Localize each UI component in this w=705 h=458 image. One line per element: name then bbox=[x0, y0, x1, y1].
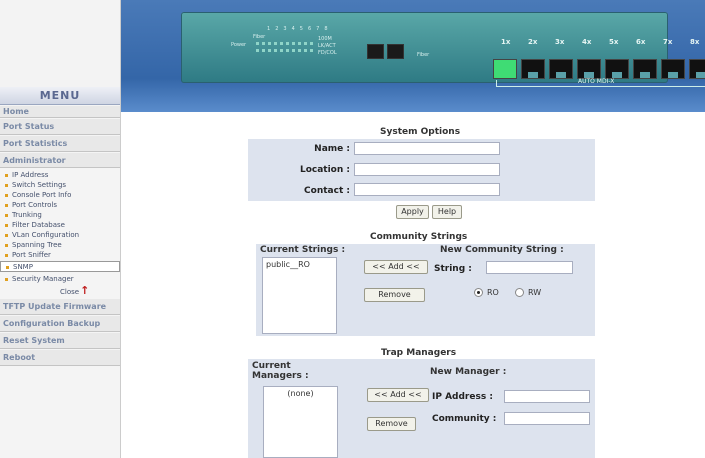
port-7[interactable] bbox=[661, 59, 685, 79]
current-strings-label: Current Strings : bbox=[260, 245, 346, 255]
ip-address-input[interactable] bbox=[504, 390, 590, 403]
remove-manager-button[interactable]: Remove bbox=[367, 417, 416, 431]
speed-label: 100M bbox=[318, 36, 332, 42]
new-community-string-label: New Community String : bbox=[440, 245, 564, 255]
list-item[interactable]: (none) bbox=[267, 389, 334, 398]
add-community-button[interactable]: << Add << bbox=[364, 260, 428, 274]
port-6[interactable] bbox=[633, 59, 657, 79]
led-numbers: 1 2 3 4 5 6 7 8 bbox=[267, 26, 328, 32]
menu-item-port-statistics[interactable]: Port Statistics bbox=[0, 136, 120, 152]
current-strings-list[interactable]: public__RO bbox=[262, 257, 337, 334]
led-row-1 bbox=[256, 42, 313, 45]
list-item[interactable]: public__RO bbox=[266, 260, 333, 269]
led-number: 7 bbox=[316, 26, 320, 32]
auto-mdi-label: AUTO MDI-X bbox=[578, 78, 615, 85]
port-3[interactable] bbox=[549, 59, 573, 79]
submenu-trunking[interactable]: Trunking bbox=[0, 210, 120, 220]
add-manager-button[interactable]: << Add << bbox=[367, 388, 429, 402]
menu-item-configuration-backup[interactable]: Configuration Backup bbox=[0, 316, 120, 332]
port-label-5: 5x bbox=[609, 38, 619, 46]
name-input[interactable] bbox=[354, 142, 500, 155]
submenu-console-port-info[interactable]: Console Port Info bbox=[0, 190, 120, 200]
menu-title: MENU bbox=[0, 87, 120, 105]
location-label: Location : bbox=[299, 165, 350, 175]
ip-address-label: IP Address : bbox=[432, 392, 493, 402]
remove-community-button[interactable]: Remove bbox=[364, 288, 425, 302]
device-banner: Power Fiber 1 2 3 4 5 6 7 8 100M LK/ACT … bbox=[121, 0, 705, 112]
current-managers-label: Current Managers : bbox=[252, 361, 309, 381]
menu-item-reset-system[interactable]: Reset System bbox=[0, 333, 120, 349]
led-number: 3 bbox=[283, 26, 287, 32]
port-label-2: 2x bbox=[528, 38, 538, 46]
community-strings-title: Community Strings bbox=[370, 232, 468, 242]
port-4[interactable] bbox=[577, 59, 601, 79]
name-label: Name : bbox=[314, 144, 350, 154]
rw-label: RW bbox=[528, 288, 542, 297]
menu-item-reboot[interactable]: Reboot bbox=[0, 350, 120, 366]
led-number: 1 bbox=[267, 26, 271, 32]
submenu-vlan-configuration[interactable]: VLan Configuration bbox=[0, 230, 120, 240]
contact-input[interactable] bbox=[354, 183, 500, 196]
submenu-spanning-tree[interactable]: Spanning Tree bbox=[0, 240, 120, 250]
power-label: Power bbox=[231, 42, 247, 48]
apply-button[interactable]: Apply bbox=[396, 205, 429, 219]
port-label-7: 7x bbox=[663, 38, 673, 46]
current-managers-list[interactable]: (none) bbox=[263, 386, 338, 458]
port-label-4: 4x bbox=[582, 38, 592, 46]
contact-label: Contact : bbox=[304, 186, 350, 196]
led-row-2 bbox=[256, 49, 313, 52]
new-manager-label: New Manager : bbox=[430, 367, 507, 377]
rw-radio[interactable] bbox=[515, 288, 524, 297]
fiber-led-label: Fiber bbox=[253, 34, 266, 40]
led-number: 6 bbox=[307, 26, 312, 32]
led-number: 2 bbox=[275, 26, 279, 32]
menu-item-home[interactable]: Home bbox=[0, 106, 120, 118]
port-8[interactable] bbox=[689, 59, 705, 79]
arrow-up-icon: ↑ bbox=[80, 284, 90, 297]
fiber-port-2 bbox=[387, 44, 404, 59]
lnk-act-label: LK/ACT bbox=[318, 43, 336, 49]
close-link[interactable]: Close↑ bbox=[60, 284, 89, 297]
help-button[interactable]: Help bbox=[432, 205, 462, 219]
submenu-filter-database[interactable]: Filter Database bbox=[0, 220, 120, 230]
system-options-title: System Options bbox=[380, 127, 461, 137]
fiber-port-label: Fiber bbox=[417, 52, 430, 58]
led-number: 8 bbox=[324, 26, 328, 32]
port-1[interactable] bbox=[493, 59, 517, 79]
location-input[interactable] bbox=[354, 163, 500, 176]
switch-front-panel: Power Fiber 1 2 3 4 5 6 7 8 100M LK/ACT … bbox=[181, 12, 705, 87]
led-number: 5 bbox=[299, 26, 303, 32]
led-number: 4 bbox=[291, 26, 295, 32]
community-label: Community : bbox=[432, 414, 497, 424]
submenu-switch-settings[interactable]: Switch Settings bbox=[0, 180, 120, 190]
port-2[interactable] bbox=[521, 59, 545, 79]
trap-managers-title: Trap Managers bbox=[381, 348, 457, 358]
community-string-input[interactable] bbox=[486, 261, 573, 274]
sidebar-top bbox=[0, 0, 120, 87]
menu-item-tftp-update-firmware[interactable]: TFTP Update Firmware bbox=[0, 299, 120, 315]
port-label-6: 6x bbox=[636, 38, 646, 46]
submenu-port-controls[interactable]: Port Controls bbox=[0, 200, 120, 210]
close-label: Close bbox=[60, 288, 80, 296]
ro-label: RO bbox=[487, 288, 499, 297]
port-label-1: 1x bbox=[501, 38, 511, 46]
ro-radio[interactable] bbox=[474, 288, 483, 297]
port-label-8: 8x bbox=[690, 38, 700, 46]
port-5[interactable] bbox=[605, 59, 629, 79]
fiber-port-1 bbox=[367, 44, 384, 59]
submenu-snmp[interactable]: SNMP bbox=[0, 261, 120, 272]
port-label-3: 3x bbox=[555, 38, 565, 46]
fd-col-label: FD/COL bbox=[318, 50, 337, 56]
submenu-security-manager[interactable]: Security Manager bbox=[0, 274, 120, 284]
string-label: String : bbox=[434, 264, 472, 274]
menu-item-port-status[interactable]: Port Status bbox=[0, 119, 120, 135]
submenu-ip-address[interactable]: IP Address bbox=[0, 170, 120, 180]
submenu-port-sniffer[interactable]: Port Sniffer bbox=[0, 250, 120, 260]
menu-item-administrator[interactable]: Administrator bbox=[0, 153, 120, 168]
trap-community-input[interactable] bbox=[504, 412, 590, 425]
